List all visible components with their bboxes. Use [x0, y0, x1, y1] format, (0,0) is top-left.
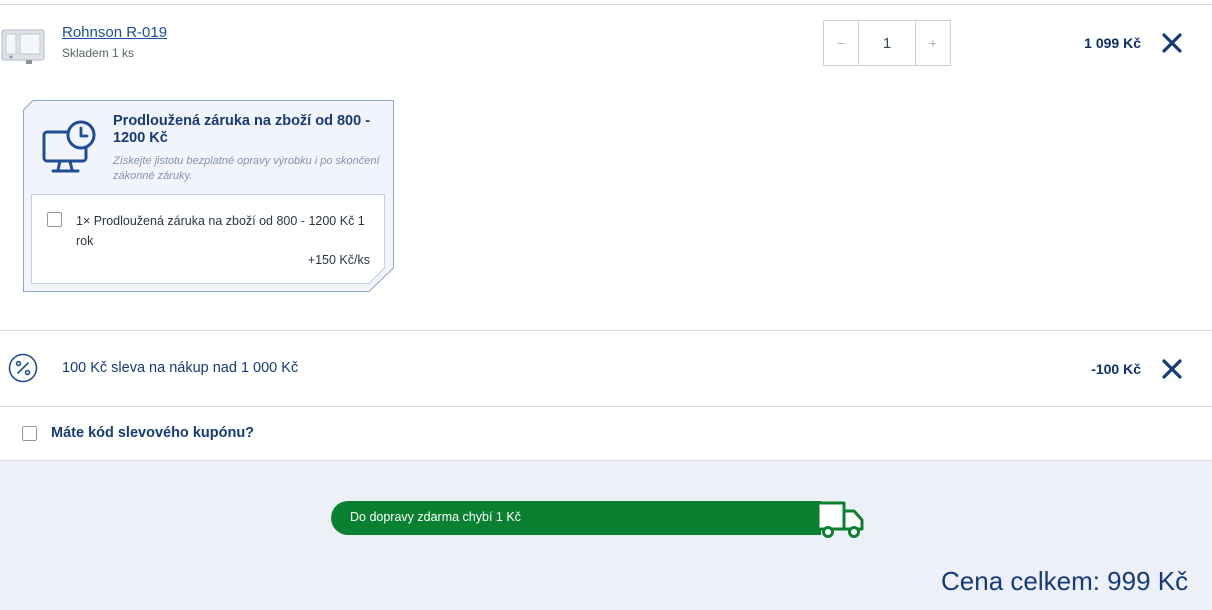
- quantity-stepper: − 1 +: [823, 20, 951, 66]
- warranty-description: Získejte jistotu bezplatné opravy výrobk…: [113, 155, 380, 182]
- product-thumbnail[interactable]: [0, 24, 46, 66]
- warranty-option-label[interactable]: 1× Prodloužená záruka na zboží od 800 - …: [76, 211, 366, 251]
- remove-product-button[interactable]: [1160, 31, 1184, 55]
- warranty-checkbox[interactable]: [47, 212, 62, 227]
- coupon-label[interactable]: Máte kód slevového kupónu?: [51, 425, 254, 441]
- product-name-link[interactable]: Rohnson R-019: [62, 24, 167, 41]
- discount-label: 100 Kč sleva na nákup nad 1 000 Kč: [62, 360, 299, 376]
- warranty-option-price: +150 Kč/ks: [307, 253, 370, 267]
- monitor-clock-icon: [42, 120, 98, 176]
- quantity-input[interactable]: 1: [858, 21, 916, 65]
- coupon-checkbox[interactable]: [22, 426, 37, 441]
- total-price: Cena celkem: 999 Kč: [941, 566, 1189, 596]
- top-divider: [0, 4, 1212, 5]
- truck-icon: [814, 499, 868, 541]
- divider: [0, 330, 1212, 331]
- discount-price: -100 Kč: [1091, 361, 1141, 377]
- quantity-decrease-button[interactable]: −: [824, 21, 858, 65]
- product-stock: Skladem 1 ks: [62, 46, 135, 60]
- free-shipping-text: Do dopravy zdarma chybí 1 Kč: [350, 510, 521, 524]
- close-icon: [1162, 33, 1182, 53]
- product-price: 1 099 Kč: [1084, 35, 1141, 51]
- warranty-title: Prodloužená záruka na zboží od 800 - 120…: [113, 113, 371, 146]
- remove-discount-button[interactable]: [1160, 357, 1184, 381]
- close-icon: [1162, 359, 1182, 379]
- divider: [0, 406, 1212, 407]
- percent-icon: [8, 353, 38, 383]
- quantity-increase-button[interactable]: +: [916, 21, 950, 65]
